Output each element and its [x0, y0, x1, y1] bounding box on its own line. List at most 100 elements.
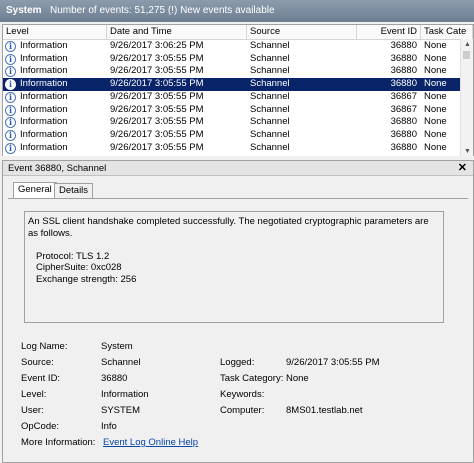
column-header-source[interactable]: Source — [247, 25, 357, 39]
computer-label: Computer: — [220, 405, 265, 416]
event-details-pane: Event 36880, Schannel ✕ General Details … — [2, 160, 474, 463]
event-id-cell: 36867 — [390, 90, 417, 102]
source-cell: Schannel — [250, 103, 290, 115]
message-cipher: CipherSuite: 0xc028 — [36, 262, 122, 273]
level-cell: i Information — [3, 91, 107, 104]
events-table[interactable]: Level Date and Time Source Event ID Task… — [2, 24, 474, 158]
more-info-label: More Information: — [21, 437, 96, 448]
source-cell: Schannel — [250, 141, 290, 153]
table-row[interactable]: i Information 9/26/2017 3:05:55 PM Schannel… — [3, 142, 461, 155]
event-id-cell: 36880 — [390, 78, 417, 90]
message-exchange: Exchange strength: 256 — [36, 273, 137, 285]
vertical-scrollbar[interactable]: ▲ ▼ — [460, 39, 473, 157]
column-header-level[interactable]: Level — [3, 25, 107, 39]
source-cell: Schannel — [250, 78, 290, 90]
source-cell: Schannel — [250, 65, 290, 77]
tab-details[interactable]: Details — [54, 183, 94, 198]
event-id-cell: 36880 — [390, 65, 417, 77]
event-id-cell: 36880 — [390, 128, 417, 140]
source-value: Schannel — [101, 357, 141, 368]
scroll-up-icon[interactable]: ▲ — [464, 41, 471, 48]
date-cell: 9/26/2017 3:05:55 PM — [110, 78, 204, 90]
date-cell: 9/26/2017 3:06:25 PM — [110, 40, 204, 51]
date-cell: 9/26/2017 3:05:55 PM — [110, 128, 204, 140]
source-cell: Schannel — [250, 90, 290, 102]
table-row[interactable]: i Information 9/26/2017 3:05:55 PM Schannel… — [3, 104, 461, 117]
table-header: Level Date and Time Source Event ID Task… — [3, 25, 473, 40]
source-cell: Schannel — [250, 128, 290, 140]
source-cell: Schannel — [250, 52, 290, 64]
level-value: Information — [101, 389, 149, 400]
level-cell: i Information — [3, 104, 107, 117]
date-cell: 9/26/2017 3:05:55 PM — [110, 116, 204, 128]
source-label: Source: — [21, 357, 54, 368]
keywords-label: Keywords: — [220, 389, 265, 400]
task-category-value: None — [286, 373, 309, 384]
date-cell: 9/26/2017 3:05:55 PM — [110, 65, 204, 77]
table-row[interactable]: i Information 9/26/2017 3:05:55 PM Schannel… — [3, 129, 461, 142]
level-cell: i Information — [3, 142, 107, 155]
level-cell: i Information — [3, 40, 107, 53]
column-header-event-id[interactable]: Event ID — [357, 25, 421, 39]
task-cell: None — [424, 40, 447, 51]
source-cell: Schannel — [250, 40, 290, 51]
date-cell: 9/26/2017 3:05:55 PM — [110, 141, 204, 153]
event-count: Number of events: 51,275 (!) New events … — [50, 5, 275, 16]
tab-general[interactable]: General — [13, 182, 57, 198]
computer-value: 8MS01.testlab.net — [286, 405, 363, 416]
event-id-cell: 36880 — [390, 116, 417, 128]
table-row[interactable]: i Information 9/26/2017 3:05:55 PM Schannel… — [3, 78, 461, 91]
event-id-value: 36880 — [101, 373, 128, 384]
task-cell: None — [424, 78, 447, 90]
task-cell: None — [424, 52, 447, 64]
column-header-date[interactable]: Date and Time — [107, 25, 247, 39]
event-id-cell: 36880 — [390, 52, 417, 64]
information-icon: i — [5, 91, 16, 103]
user-label: User: — [21, 405, 44, 416]
details-title: Event 36880, Schannel — [8, 163, 107, 174]
event-id-cell: 36880 — [390, 141, 417, 153]
table-row[interactable]: i Information 9/26/2017 3:06:25 PM Schannel… — [3, 40, 461, 53]
information-icon: i — [5, 53, 16, 65]
user-value: SYSTEM — [101, 405, 141, 416]
table-row[interactable]: i Information 9/26/2017 3:05:55 PM Schannel… — [3, 53, 461, 66]
task-cell: None — [424, 90, 447, 102]
logged-label: Logged: — [220, 357, 255, 368]
event-id-label: Event ID: — [21, 373, 61, 384]
task-cell: None — [424, 65, 447, 77]
date-cell: 9/26/2017 3:05:55 PM — [110, 103, 204, 115]
level-label: Level: — [21, 389, 47, 400]
event-message-box: An SSL client handshake completed succes… — [24, 211, 444, 323]
scroll-down-icon[interactable]: ▼ — [464, 148, 471, 155]
table-row[interactable]: i Information 9/26/2017 3:05:55 PM Schannel… — [3, 91, 461, 104]
task-cell: None — [424, 103, 447, 115]
level-cell: i Information — [3, 78, 107, 91]
information-icon: i — [5, 41, 16, 52]
log-name-label: Log Name: — [21, 341, 68, 352]
source-cell: Schannel — [250, 116, 290, 128]
details-header: Event 36880, Schannel ✕ — [3, 161, 473, 176]
message-text: An SSL client handshake completed succes… — [28, 216, 429, 239]
event-id-cell: 36880 — [390, 40, 417, 51]
level-cell: i Information — [3, 116, 107, 129]
table-row[interactable]: i Information 9/26/2017 3:05:55 PM Schannel… — [3, 65, 461, 78]
level-cell: i Information — [3, 65, 107, 78]
scroll-thumb[interactable] — [463, 51, 470, 59]
logged-value: 9/26/2017 3:05:55 PM — [286, 357, 380, 368]
information-icon: i — [5, 104, 16, 116]
task-category-label: Task Category: — [220, 373, 284, 384]
close-icon[interactable]: ✕ — [458, 161, 467, 174]
date-cell: 9/26/2017 3:05:55 PM — [110, 52, 204, 64]
tab-divider — [8, 198, 468, 199]
message-protocol: Protocol: TLS 1.2 — [36, 250, 110, 262]
log-title: System — [6, 5, 42, 16]
column-header-task-category[interactable]: Task Cate — [421, 25, 473, 39]
table-row[interactable]: i Information 9/26/2017 3:05:55 PM Schannel… — [3, 116, 461, 129]
level-cell: i Information — [3, 53, 107, 66]
event-log-help-link[interactable]: Event Log Online Help — [103, 437, 198, 448]
date-cell: 9/26/2017 3:05:55 PM — [110, 90, 204, 102]
task-cell: None — [424, 116, 447, 128]
log-name-value: System — [101, 341, 133, 352]
task-cell: None — [424, 128, 447, 140]
log-header-bar: System Number of events: 51,275 (!) New … — [0, 0, 474, 22]
